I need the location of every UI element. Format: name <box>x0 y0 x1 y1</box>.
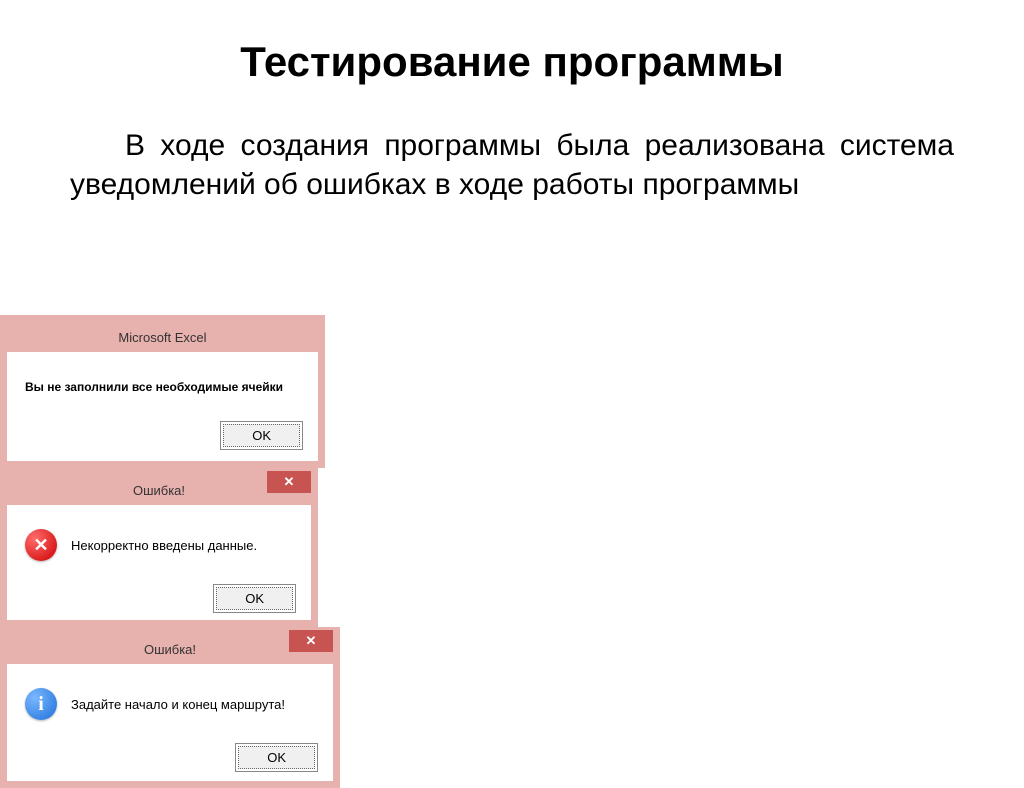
dialog-error-route-titlebar[interactable]: Ошибка! ✕ <box>7 634 333 664</box>
dialog-excel-title: Microsoft Excel <box>118 330 206 345</box>
dialog-excel: Microsoft Excel Вы не заполнили все необ… <box>0 315 325 468</box>
dialog-error-route-title: Ошибка! <box>144 642 196 657</box>
dialog-excel-message: Вы не заполнили все необходимые ячейки <box>25 380 283 394</box>
dialog-error-data-ok-button[interactable]: OK <box>216 587 293 610</box>
close-icon[interactable]: ✕ <box>267 471 311 493</box>
dialog-error-route-body: Задайте начало и конец маршрута! OK <box>7 664 333 781</box>
dialog-excel-titlebar[interactable]: Microsoft Excel <box>7 322 318 352</box>
error-icon <box>25 529 57 561</box>
dialog-error-route: Ошибка! ✕ Задайте начало и конец маршрут… <box>0 627 340 788</box>
dialog-error-data-message: Некорректно введены данные. <box>71 538 257 553</box>
slide-title: Тестирование программы <box>0 0 1024 86</box>
close-icon[interactable]: ✕ <box>289 630 333 652</box>
dialog-excel-body: Вы не заполнили все необходимые ячейки O… <box>7 352 318 461</box>
dialog-error-route-message: Задайте начало и конец маршрута! <box>71 697 285 712</box>
info-icon <box>25 688 57 720</box>
dialog-excel-ok-button[interactable]: OK <box>223 424 300 447</box>
dialog-error-data-body: Некорректно введены данные. OK <box>7 505 311 620</box>
dialog-error-route-ok-button[interactable]: OK <box>238 746 315 769</box>
dialog-error-data: Ошибка! ✕ Некорректно введены данные. OK <box>0 468 318 627</box>
slide-body-text: В ходе создания программы была реализова… <box>0 86 1024 204</box>
dialogs-area: Microsoft Excel Вы не заполнили все необ… <box>0 315 1024 735</box>
dialog-error-data-title: Ошибка! <box>133 483 185 498</box>
dialog-error-data-titlebar[interactable]: Ошибка! ✕ <box>7 475 311 505</box>
